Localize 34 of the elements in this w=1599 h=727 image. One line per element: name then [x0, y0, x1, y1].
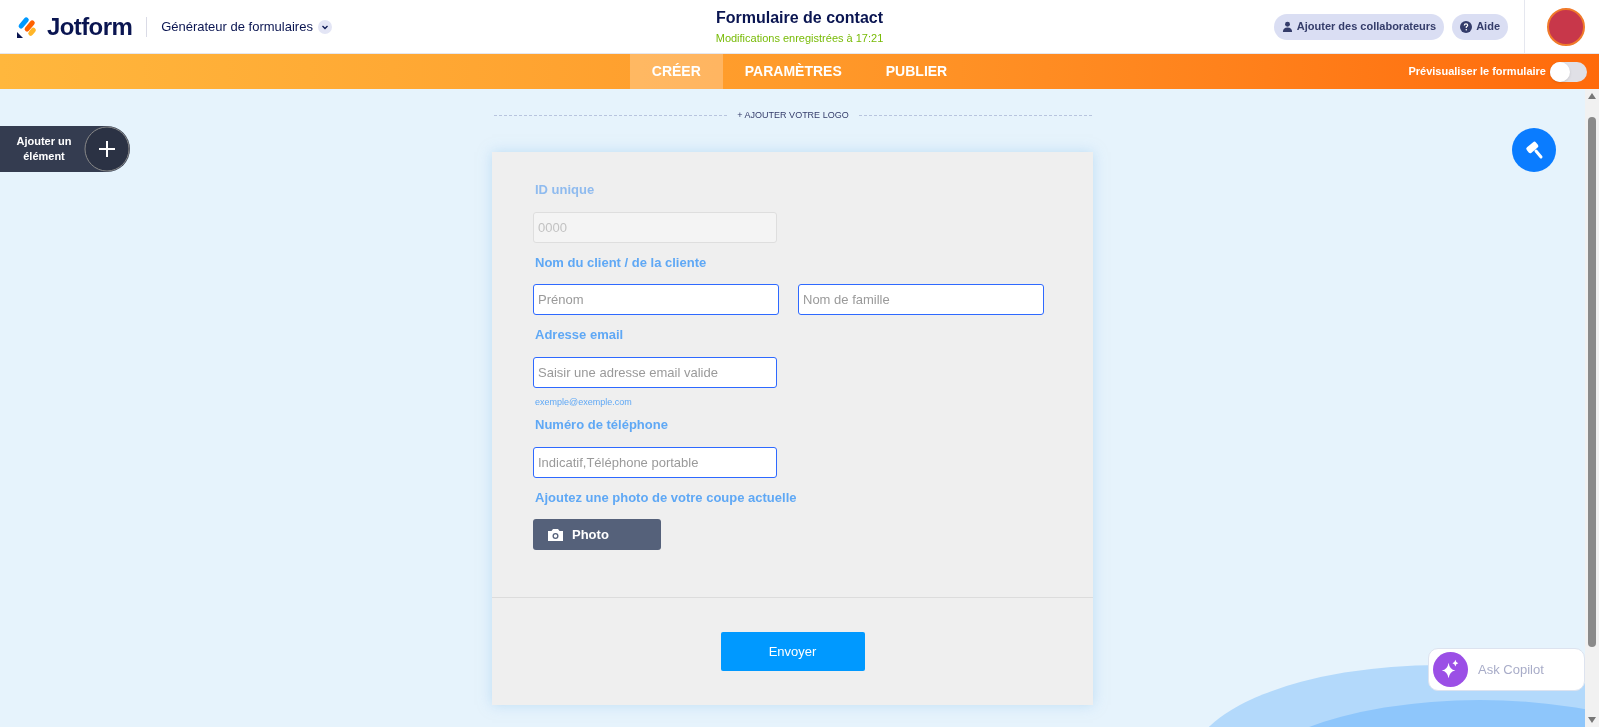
preview-toggle[interactable] [1550, 61, 1587, 82]
add-collaborators-button[interactable]: Ajouter des collaborateurs [1273, 13, 1445, 40]
photo-upload-button[interactable]: Photo [533, 519, 661, 550]
field-label: ID unique [535, 181, 596, 199]
plus-icon [84, 126, 130, 172]
text-field[interactable]: Prénom [533, 284, 779, 315]
paint-roller-icon [1523, 139, 1545, 161]
builder-menu[interactable]: Générateur de formulaires [161, 16, 332, 37]
person-icon [1281, 21, 1293, 32]
logo-icon [15, 14, 39, 39]
save-status: Modifications enregistrées à 17:21 [715, 31, 884, 47]
field-label: Numéro de téléphone [535, 416, 669, 434]
field-label: Adresse email [535, 326, 625, 344]
text-field[interactable]: Indicatif,Téléphone portable [533, 446, 777, 478]
help-icon [1460, 20, 1473, 33]
field-sublabel: exemple@exemple.com [535, 395, 633, 409]
field-label: Nom du client / de la cliente [535, 253, 708, 272]
form-title[interactable]: Formulaire de contact [715, 6, 884, 31]
camera-icon [547, 527, 564, 542]
help-button[interactable]: Aide [1452, 13, 1508, 40]
scrollbar[interactable] [1585, 89, 1599, 727]
paint-roller-button[interactable] [1512, 128, 1556, 172]
field-label: Ajoutez une photo de votre coupe actuelle [535, 488, 798, 507]
scroll-up-icon[interactable] [1588, 93, 1596, 99]
text-field[interactable]: Saisir une adresse email valide [533, 356, 777, 388]
chevron-down-icon [317, 19, 332, 34]
add-element-button[interactable]: Ajouter un élément [0, 126, 130, 172]
sparkle-icon [1433, 652, 1468, 687]
scroll-down-icon[interactable] [1588, 717, 1596, 723]
app-logo[interactable]: Jotform [47, 8, 133, 45]
user-avatar[interactable] [1547, 7, 1585, 46]
preview-label: Prévisualiser le formulaire [1408, 64, 1546, 80]
text-field[interactable]: Nom de famille [798, 284, 1044, 315]
add-logo-link[interactable]: + AJOUTER VOTRE LOGO [737, 109, 849, 123]
